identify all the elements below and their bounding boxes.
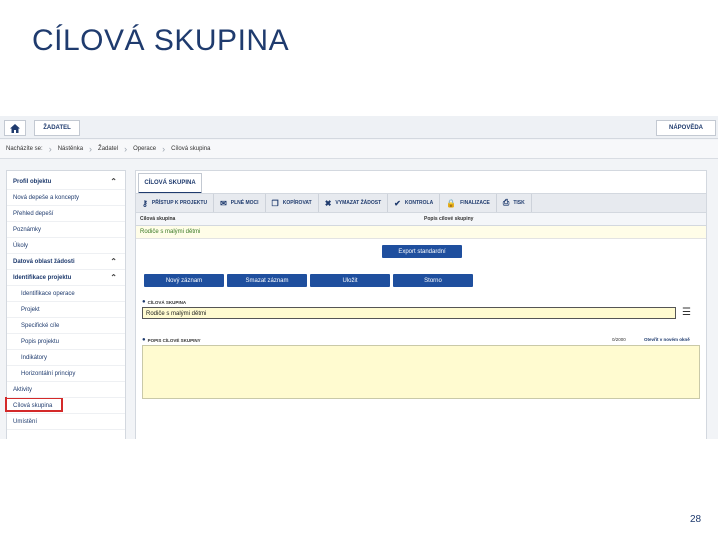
cancel-button[interactable]: Storno xyxy=(393,274,473,287)
column-header-cilova-skupina[interactable]: Cílová skupina xyxy=(140,216,175,222)
sidebar-item[interactable]: Identifikace projektu ⌃ xyxy=(7,270,125,286)
list-icon[interactable]: ☰ xyxy=(682,307,691,318)
info-icon: ● xyxy=(142,299,146,305)
sidebar-item[interactable]: Umístění xyxy=(7,414,125,430)
toolbar-button-label: KONTROLA xyxy=(404,200,434,206)
main-panel: CÍLOVÁ SKUPINA ⚷ PŘÍSTUP K PROJEKTU ✉ PLNÉ … xyxy=(135,170,707,439)
sidebar-item[interactable]: Profil objektu ⌃ xyxy=(7,174,125,190)
sidebar-item[interactable]: Poznámky xyxy=(7,222,125,238)
toolbar-button[interactable]: ✔ KONTROLA xyxy=(388,194,441,212)
top-bar: ŽADATEL NÁPOVĚDA xyxy=(0,116,718,139)
column-header-popis[interactable]: Popis cílové skupiny xyxy=(424,216,473,222)
toolbar-button[interactable]: ⚷ PŘÍSTUP K PROJEKTU xyxy=(136,194,215,212)
sidebar-item[interactable]: Indikátory xyxy=(7,350,125,366)
delete-record-button[interactable]: Smazat záznam xyxy=(227,274,307,287)
page-number: 28 xyxy=(690,514,702,525)
popis-textarea[interactable] xyxy=(142,345,700,399)
sidebar-item-label: Profil objektu xyxy=(13,179,52,185)
tab-cilova-skupina[interactable]: CÍLOVÁ SKUPINA xyxy=(138,173,202,194)
copy-icon: ❐ xyxy=(271,198,279,208)
slide-title: CÍLOVÁ SKUPINA xyxy=(32,24,290,57)
home-button[interactable] xyxy=(4,120,26,136)
char-counter: 0/2000 xyxy=(612,337,626,342)
sidebar-item[interactable]: Datová oblast žádosti ⌃ xyxy=(7,254,125,270)
toolbar-button-label: KOPÍROVAT xyxy=(282,200,312,206)
breadcrumb-cilova-skupina: Cílová skupina xyxy=(171,146,211,152)
toolbar-button[interactable]: ❐ KOPÍROVAT xyxy=(266,194,319,212)
lock-icon: 🔒 xyxy=(446,198,457,208)
sidebar-item-label: Úkoly xyxy=(13,243,29,249)
popis-label: ● POPIS CÍLOVÉ SKUPINY xyxy=(142,337,201,343)
grid-header: Cílová skupina Popis cílové skupiny xyxy=(136,213,706,226)
export-button[interactable]: Export standardní xyxy=(382,245,462,258)
save-button[interactable]: Uložit xyxy=(310,274,390,287)
print-icon: ⎙ xyxy=(502,198,510,207)
sidebar-item-label: Specifické cíle xyxy=(21,323,60,329)
field-label-text: POPIS CÍLOVÉ SKUPINY xyxy=(147,337,201,343)
chevron-up-icon[interactable]: ⌃ xyxy=(110,254,117,270)
table-row[interactable]: Rodiče s malými dětmi xyxy=(136,226,706,239)
check-icon: ✔ xyxy=(394,198,401,208)
app-screenshot: ŽADATEL NÁPOVĚDA Nacházíte se: › Nástěnk… xyxy=(0,116,718,439)
toolbar-button-label: PLNÉ MOCI xyxy=(230,200,259,206)
sidebar-item[interactable]: Horizontální principy xyxy=(7,366,125,382)
sidebar-item-label: Umístění xyxy=(13,419,38,425)
napoveda-button[interactable]: NÁPOVĚDA xyxy=(656,120,716,136)
sidebar-item[interactable]: Projekt xyxy=(7,302,125,318)
toolbar-button-label: VYMAZAT ŽÁDOST xyxy=(335,200,382,206)
toolbar: ⚷ PŘÍSTUP K PROJEKTU ✉ PLNÉ MOCI ❐ KOPÍROVAT ✖… xyxy=(136,193,706,213)
sidebar-item[interactable]: Úkoly xyxy=(7,238,125,254)
breadcrumb: Nacházíte se: › Nástěnka › Žadatel › Ope… xyxy=(0,140,718,159)
sidebar-item-label: Datová oblast žádosti xyxy=(13,259,75,265)
chevron-up-icon[interactable]: ⌃ xyxy=(110,270,117,286)
sidebar-item-label: Nová depeše a koncepty xyxy=(13,195,80,201)
cilova-skupina-input[interactable]: Rodiče s malými dětmi xyxy=(142,307,676,319)
toolbar-button[interactable]: ✉ PLNÉ MOCI xyxy=(214,194,266,212)
sidebar-item-label: Aktivity xyxy=(13,387,33,393)
sidebar-item[interactable]: Identifikace operace xyxy=(7,286,125,302)
toolbar-button[interactable]: ✖ VYMAZAT ŽÁDOST xyxy=(319,194,389,212)
toolbar-button-label: FINALIZACE xyxy=(460,200,490,206)
toolbar-button[interactable]: 🔒 FINALIZACE xyxy=(440,194,497,212)
chevron-up-icon[interactable]: ⌃ xyxy=(110,174,117,190)
sidebar-item-label: Identifikace operace xyxy=(21,291,75,297)
open-in-new-window-link[interactable]: Otevřít v novém okně xyxy=(644,337,690,342)
breadcrumb-operace[interactable]: Operace xyxy=(127,146,162,152)
sidebar-item-label: Horizontální principy xyxy=(21,371,76,377)
zadatel-button[interactable]: ŽADATEL xyxy=(34,120,80,136)
sidebar-item[interactable]: Přehled depeší xyxy=(7,206,125,222)
sidebar-item-label: Cílová skupina xyxy=(13,403,53,409)
table-cell: Rodiče s malými dětmi xyxy=(140,229,201,235)
sidebar-item[interactable]: Specifické cíle xyxy=(7,318,125,334)
sidebar-item[interactable]: Aktivity xyxy=(7,382,125,398)
breadcrumb-zadatel[interactable]: Žadatel xyxy=(92,146,124,152)
sidebar-item[interactable]: Nová depeše a koncepty xyxy=(7,190,125,206)
sidebar-item-label: Popis projektu xyxy=(21,339,60,345)
sidebar: Profil objektu ⌃ Nová depeše a koncepty Pře… xyxy=(5,170,126,439)
sidebar-item-label: Identifikace projektu xyxy=(13,275,72,281)
sidebar-item-label: Poznámky xyxy=(13,227,42,233)
toolbar-button-label: PŘÍSTUP K PROJEKTU xyxy=(151,200,208,206)
breadcrumb-nastenka[interactable]: Nástěnka xyxy=(52,146,89,152)
sidebar-item[interactable]: Cílová skupina xyxy=(7,398,125,414)
sidebar-item-label: Projekt xyxy=(21,307,40,313)
breadcrumb-label: Nacházíte se: xyxy=(6,146,43,152)
sidebar-item[interactable]: Popis projektu xyxy=(7,334,125,350)
info-icon: ● xyxy=(142,337,146,343)
toolbar-button[interactable]: ⎙ TISK xyxy=(497,194,532,212)
key-icon: ⚷ xyxy=(142,198,148,208)
envelope-icon: ✉ xyxy=(220,198,227,208)
sidebar-item-label: Přehled depeší xyxy=(13,211,54,217)
toolbar-button-label: TISK xyxy=(513,200,525,206)
field-label-text: CÍLOVÁ SKUPINA xyxy=(147,299,187,305)
cilova-skupina-label: ● CÍLOVÁ SKUPINA xyxy=(142,299,186,305)
home-icon xyxy=(10,123,20,133)
delete-icon: ✖ xyxy=(324,198,332,208)
new-record-button[interactable]: Nový záznam xyxy=(144,274,224,287)
sidebar-item-label: Indikátory xyxy=(21,355,48,361)
